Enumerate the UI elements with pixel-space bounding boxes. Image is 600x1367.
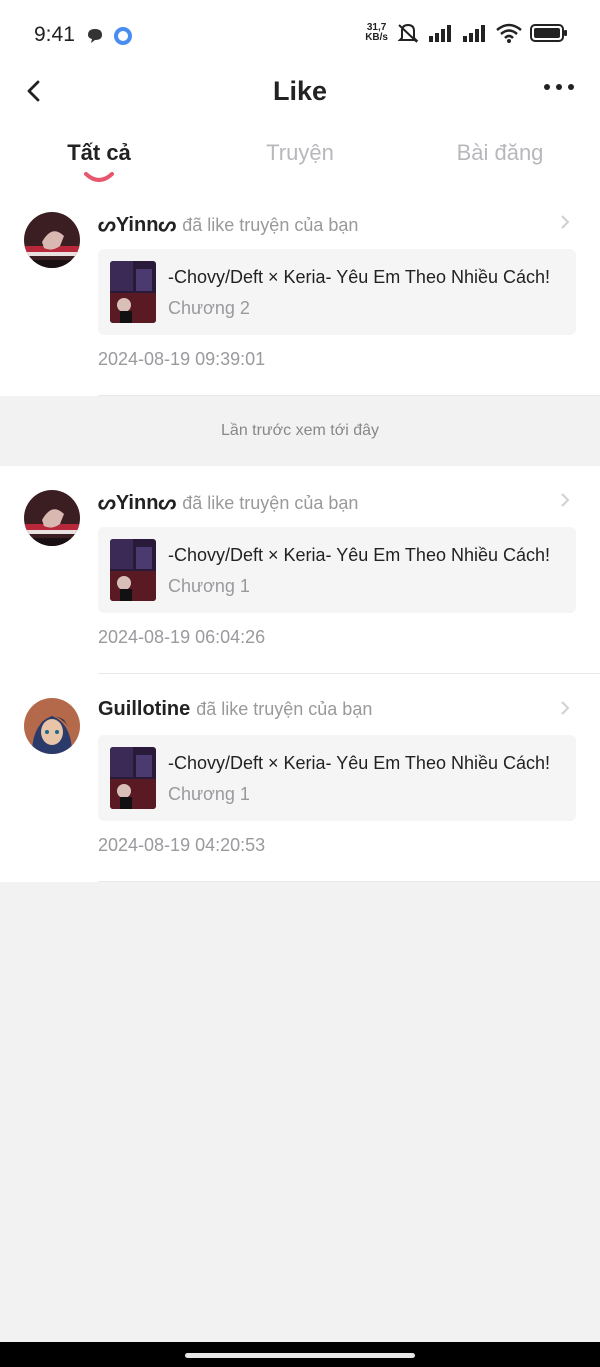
story-cover-image xyxy=(110,261,156,323)
header-bar: Like xyxy=(0,70,600,120)
more-options-icon[interactable] xyxy=(544,84,574,90)
story-title: -Chovy/Deft × Keria- Yêu Em Theo Nhiều C… xyxy=(168,267,551,287)
notification-text: ᔕYinnᔕ đã like truyện của bạn xyxy=(98,490,358,515)
status-bar: 9:41 31,7 KB/s xyxy=(0,0,600,70)
status-time: 9:41 xyxy=(34,23,75,46)
active-tab-indicator xyxy=(84,172,114,182)
home-indicator[interactable] xyxy=(185,1353,415,1358)
notification-item[interactable]: ᔕYinnᔕ đã like truyện của bạn -Chovy/Deft… xyxy=(0,466,600,674)
action-text: đã like truyện của bạn xyxy=(196,699,373,719)
story-preview[interactable]: -Chovy/Deft × Keria- Yêu Em Theo Nhiều C… xyxy=(98,527,576,613)
more-dot xyxy=(544,84,550,90)
tab-all[interactable]: Tất cả xyxy=(29,140,169,166)
notification-time: 2024-08-19 06:04:26 xyxy=(98,627,266,647)
net-speed-unit: KB/s xyxy=(365,32,388,43)
story-cover-image xyxy=(110,539,156,601)
user-avatar[interactable] xyxy=(24,212,80,268)
last-seen-marker: Lần trước xem tới đây xyxy=(221,422,379,439)
net-speed: 31,7 KB/s xyxy=(365,23,388,43)
notification-time: 2024-08-19 09:39:01 xyxy=(98,349,266,369)
action-text: đã like truyện của bạn xyxy=(182,493,359,513)
story-title: -Chovy/Deft × Keria- Yêu Em Theo Nhiều C… xyxy=(168,545,551,565)
battery-icon xyxy=(530,24,567,42)
notification-text: Guillotine đã like truyện của bạn xyxy=(98,698,372,721)
story-preview[interactable]: -Chovy/Deft × Keria- Yêu Em Theo Nhiều C… xyxy=(98,249,576,335)
mute-bell-icon xyxy=(397,23,419,43)
avatar-image xyxy=(24,490,80,546)
story-cover xyxy=(110,539,156,601)
chat-bubble-icon xyxy=(88,29,102,43)
story-chapter: Chương 1 xyxy=(168,576,250,596)
user-name[interactable]: ᔕYinnᔕ xyxy=(98,492,176,514)
story-cover xyxy=(110,747,156,809)
notification-text: ᔕYinnᔕ đã like truyện của bạn xyxy=(98,212,358,237)
status-right: 31,7 KB/s xyxy=(365,22,568,44)
divider xyxy=(98,881,600,882)
user-avatar[interactable] xyxy=(24,490,80,546)
user-avatar[interactable] xyxy=(24,698,80,754)
avatar-image xyxy=(24,698,80,754)
wifi-icon xyxy=(496,23,522,43)
story-preview[interactable]: -Chovy/Deft × Keria- Yêu Em Theo Nhiều C… xyxy=(98,735,576,821)
more-dot xyxy=(568,84,574,90)
action-text: đã like truyện của bạn xyxy=(182,215,359,235)
tab-posts[interactable]: Bài đăng xyxy=(430,140,570,166)
story-cover xyxy=(110,261,156,323)
tab-bar: Tất cả Truyện Bài đăng xyxy=(0,120,600,188)
story-title: -Chovy/Deft × Keria- Yêu Em Theo Nhiều C… xyxy=(168,753,551,773)
signal-icon-2 xyxy=(463,25,485,42)
chevron-right-icon[interactable] xyxy=(560,214,570,230)
more-dot xyxy=(556,84,562,90)
user-name[interactable]: ᔕYinnᔕ xyxy=(98,214,176,236)
notification-item[interactable]: Guillotine đã like truyện của bạn -Chovy/… xyxy=(0,674,600,882)
notification-item[interactable]: ᔕYinnᔕ đã like truyện của bạn -Chovy/Deft… xyxy=(0,188,600,396)
app-ring-icon xyxy=(114,27,132,45)
notification-time: 2024-08-19 04:20:53 xyxy=(98,835,266,855)
tab-stories[interactable]: Truyện xyxy=(230,140,370,166)
user-name[interactable]: Guillotine xyxy=(98,698,190,720)
avatar-image xyxy=(24,212,80,268)
page-title: Like xyxy=(272,76,328,106)
chevron-right-icon[interactable] xyxy=(560,700,570,716)
signal-icon-1 xyxy=(429,25,451,42)
chevron-right-icon[interactable] xyxy=(560,492,570,508)
story-chapter: Chương 2 xyxy=(168,298,250,318)
story-cover-image xyxy=(110,747,156,809)
story-chapter: Chương 1 xyxy=(168,784,250,804)
